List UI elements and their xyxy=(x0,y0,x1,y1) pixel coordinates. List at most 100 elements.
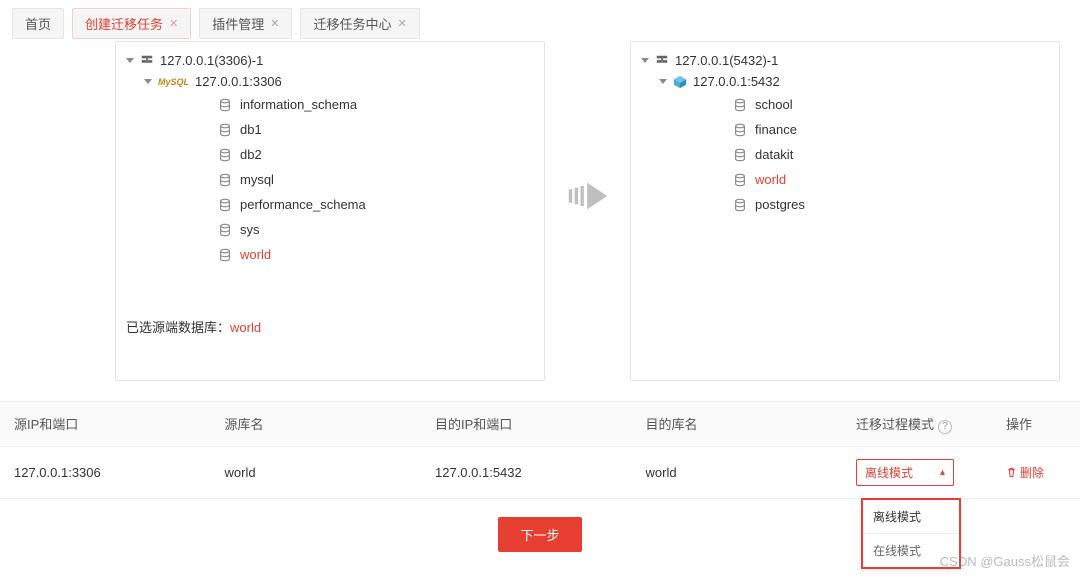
tab-migration-center[interactable]: 迁移任务中心 ✕ xyxy=(300,8,419,39)
db-label: datakit xyxy=(755,147,793,162)
db-item[interactable]: sys xyxy=(162,217,534,242)
db-item[interactable]: db1 xyxy=(162,117,534,142)
db-label: finance xyxy=(755,122,797,137)
caret-down-icon xyxy=(144,79,152,84)
db-item[interactable]: performance_schema xyxy=(162,192,534,217)
td-dst-ip: 127.0.0.1:5432 xyxy=(435,465,646,480)
delete-button[interactable]: 删除 xyxy=(1006,464,1044,481)
database-icon xyxy=(218,173,232,187)
db-item[interactable]: db2 xyxy=(162,142,534,167)
database-icon xyxy=(733,123,747,137)
database-icon xyxy=(218,98,232,112)
target-conn-label: 127.0.0.1:5432 xyxy=(693,74,780,89)
source-conn-label: 127.0.0.1:3306 xyxy=(195,74,282,89)
database-icon xyxy=(218,248,232,262)
tab-home[interactable]: 首页 xyxy=(12,8,64,39)
cube-icon xyxy=(673,75,687,89)
db-label: information_schema xyxy=(240,97,357,112)
th-op: 操作 xyxy=(1006,414,1066,433)
next-button[interactable]: 下一步 xyxy=(498,517,581,552)
mode-option-online[interactable]: 在线模式 xyxy=(863,533,959,567)
mysql-icon: MySQL xyxy=(158,77,189,87)
source-root-node[interactable]: 127.0.0.1(3306)-1 xyxy=(126,50,534,71)
db-label: world xyxy=(755,172,786,187)
source-panel-wrap: 127.0.0.1(3306)-1 MySQL 127.0.0.1:3306 i… xyxy=(115,41,545,381)
mode-option-offline[interactable]: 离线模式 xyxy=(863,500,959,533)
th-src-ip: 源IP和端口 xyxy=(14,414,225,433)
database-icon xyxy=(733,148,747,162)
tab-label: 创建迁移任务 xyxy=(85,14,163,33)
close-icon[interactable]: ✕ xyxy=(270,17,279,30)
target-root-node[interactable]: 127.0.0.1(5432)-1 xyxy=(641,50,1049,71)
td-mode: 离线模式 ▴ xyxy=(856,459,1006,486)
target-root-label: 127.0.0.1(5432)-1 xyxy=(675,53,778,68)
source-root-label: 127.0.0.1(3306)-1 xyxy=(160,53,263,68)
db-label: school xyxy=(755,97,793,112)
caret-down-icon xyxy=(641,58,649,63)
database-icon xyxy=(733,173,747,187)
db-item[interactable]: datakit xyxy=(677,142,1049,167)
source-db-list: information_schema db1 db2 mysql perform… xyxy=(144,92,534,267)
db-label: db1 xyxy=(240,122,262,137)
database-icon xyxy=(218,223,232,237)
database-icon xyxy=(218,198,232,212)
database-icon xyxy=(733,98,747,112)
help-icon[interactable]: ? xyxy=(938,420,952,434)
db-item[interactable]: information_schema xyxy=(162,92,534,117)
database-icon xyxy=(733,198,747,212)
th-dst-ip: 目的IP和端口 xyxy=(435,414,646,433)
td-op: 删除 xyxy=(1006,464,1066,481)
database-icon xyxy=(218,148,232,162)
server-icon xyxy=(140,54,154,68)
db-label: db2 xyxy=(240,147,262,162)
db-item[interactable]: mysql xyxy=(162,167,534,192)
caret-down-icon xyxy=(126,58,134,63)
mapping-table: 源IP和端口 源库名 目的IP和端口 目的库名 迁移过程模式? 操作 127.0… xyxy=(0,401,1080,499)
source-panel: 127.0.0.1(3306)-1 MySQL 127.0.0.1:3306 i… xyxy=(115,41,545,381)
transfer-arrow-icon xyxy=(563,181,613,211)
database-icon xyxy=(218,123,232,137)
target-db-list: school finance datakit world postgres xyxy=(659,92,1049,217)
db-item[interactable]: finance xyxy=(677,117,1049,142)
db-item-selected[interactable]: world xyxy=(677,167,1049,192)
db-item[interactable]: postgres xyxy=(677,192,1049,217)
table-header: 源IP和端口 源库名 目的IP和端口 目的库名 迁移过程模式? 操作 xyxy=(0,402,1080,447)
source-conn-node[interactable]: MySQL 127.0.0.1:3306 xyxy=(144,71,534,92)
db-item-selected[interactable]: world xyxy=(162,242,534,267)
th-src-db: 源库名 xyxy=(225,414,436,433)
db-label: mysql xyxy=(240,172,274,187)
delete-label: 删除 xyxy=(1020,464,1044,481)
chevron-up-icon: ▴ xyxy=(940,467,945,478)
db-label: performance_schema xyxy=(240,197,366,212)
footer-selected: world xyxy=(230,320,261,335)
th-dst-db: 目的库名 xyxy=(646,414,857,433)
td-src-db: world xyxy=(225,465,436,480)
db-label: sys xyxy=(240,222,260,237)
table-row: 127.0.0.1:3306 world 127.0.0.1:5432 worl… xyxy=(0,447,1080,499)
db-label: postgres xyxy=(755,197,805,212)
mode-select[interactable]: 离线模式 ▴ xyxy=(856,459,954,486)
footer-prefix: 已选源端数据库： xyxy=(126,320,230,335)
target-conn-node[interactable]: 127.0.0.1:5432 xyxy=(659,71,1049,92)
mode-dropdown: 离线模式 在线模式 xyxy=(861,498,961,569)
caret-down-icon xyxy=(659,79,667,84)
tab-plugin-manage[interactable]: 插件管理 ✕ xyxy=(199,8,292,39)
target-panel-wrap: 127.0.0.1(5432)-1 127.0.0.1:5432 school … xyxy=(630,41,1060,381)
source-selected-footer: 已选源端数据库：world xyxy=(126,317,534,336)
td-dst-db: world xyxy=(646,465,857,480)
td-src-ip: 127.0.0.1:3306 xyxy=(14,465,225,480)
tab-bar: 首页 创建迁移任务 ✕ 插件管理 ✕ 迁移任务中心 ✕ xyxy=(0,0,1080,47)
tab-label: 插件管理 xyxy=(212,14,264,33)
target-panel: 127.0.0.1(5432)-1 127.0.0.1:5432 school … xyxy=(630,41,1060,381)
tab-label: 首页 xyxy=(25,14,51,33)
mode-value: 离线模式 xyxy=(865,464,913,481)
db-item[interactable]: school xyxy=(677,92,1049,117)
server-icon xyxy=(655,54,669,68)
trash-icon xyxy=(1006,467,1017,478)
close-icon[interactable]: ✕ xyxy=(169,17,178,30)
tab-label: 迁移任务中心 xyxy=(313,14,391,33)
db-label: world xyxy=(240,247,271,262)
close-icon[interactable]: ✕ xyxy=(398,17,407,30)
tab-create-migration[interactable]: 创建迁移任务 ✕ xyxy=(72,8,191,39)
th-mode: 迁移过程模式? xyxy=(856,414,1006,434)
